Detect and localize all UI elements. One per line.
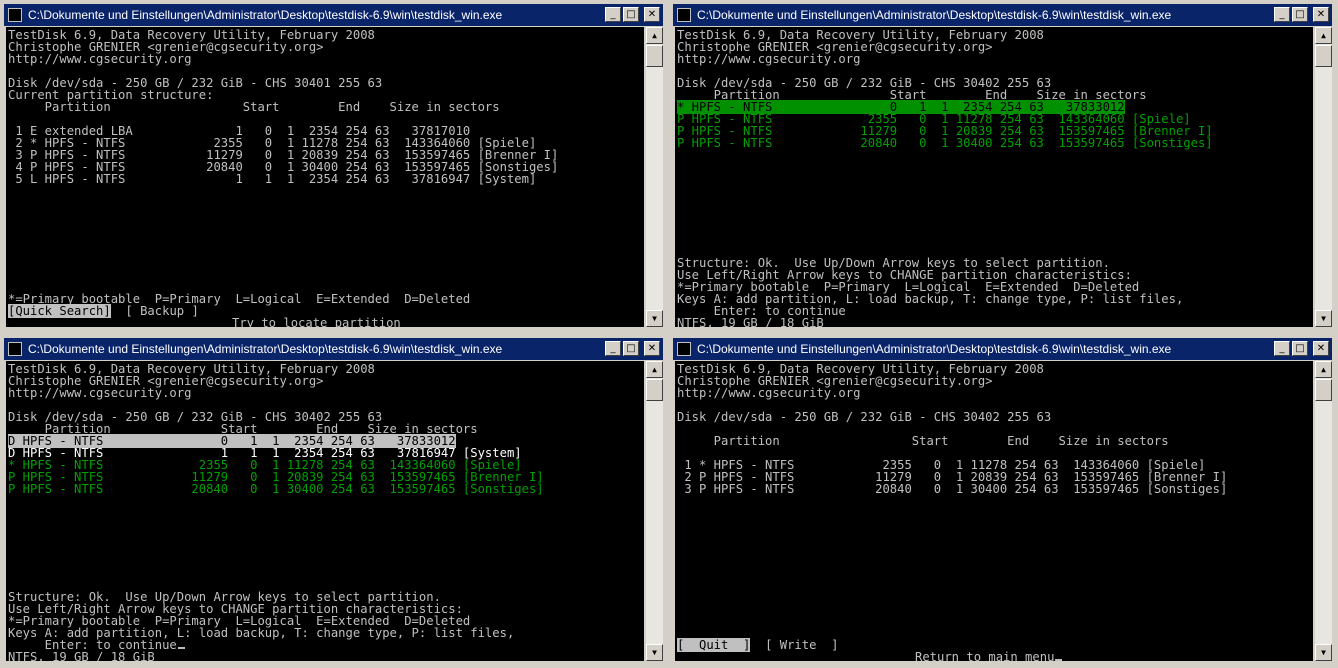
- close-button[interactable]: ✕: [644, 7, 660, 22]
- minimize-button[interactable]: _: [1274, 7, 1290, 22]
- backup-button[interactable]: [ Backup ]: [125, 304, 198, 318]
- write-button[interactable]: [ Write ]: [765, 638, 838, 652]
- scroll-up-icon[interactable]: ▲: [646, 27, 663, 44]
- close-button[interactable]: ✕: [1313, 341, 1329, 356]
- scroll-down-icon[interactable]: ▼: [646, 310, 663, 327]
- scroll-down-icon[interactable]: ▼: [1315, 644, 1332, 661]
- partition-row: 3 P HPFS - NTFS 20840 0 1 30400 254 63 1…: [677, 482, 1228, 496]
- partition-size-info: NTFS, 19 GB / 18 GiB: [8, 650, 155, 661]
- text-cursor: [177, 647, 185, 649]
- console-window-1: C:\Dokumente und Einstellungen\Administr…: [2, 2, 665, 329]
- console-output[interactable]: TestDisk 6.9, Data Recovery Utility, Feb…: [6, 27, 644, 327]
- console-output[interactable]: TestDisk 6.9, Data Recovery Utility, Feb…: [6, 361, 644, 661]
- scroll-up-icon[interactable]: ▲: [646, 361, 663, 378]
- scroll-thumb[interactable]: [1315, 45, 1332, 67]
- maximize-button[interactable]: □: [1292, 341, 1308, 356]
- maximize-button[interactable]: □: [1292, 7, 1308, 22]
- title-bar[interactable]: C:\Dokumente und Einstellungen\Administr…: [4, 338, 663, 360]
- window-title: C:\Dokumente und Einstellungen\Administr…: [697, 8, 1172, 22]
- scroll-down-icon[interactable]: ▼: [1315, 310, 1332, 327]
- column-header: Partition Start End Size in sectors: [8, 100, 500, 114]
- console-app-icon: [677, 342, 691, 356]
- scroll-thumb[interactable]: [1315, 379, 1332, 401]
- scroll-up-icon[interactable]: ▲: [1315, 361, 1332, 378]
- header-line: http://www.cgsecurity.org: [8, 52, 192, 66]
- title-bar[interactable]: C:\Dokumente und Einstellungen\Administr…: [673, 338, 1332, 360]
- column-header: Partition Start End Size in sectors: [677, 434, 1169, 448]
- console-output[interactable]: TestDisk 6.9, Data Recovery Utility, Feb…: [675, 27, 1313, 327]
- console-window-4: C:\Dokumente und Einstellungen\Administr…: [671, 336, 1334, 663]
- console-output[interactable]: TestDisk 6.9, Data Recovery Utility, Feb…: [675, 361, 1313, 661]
- hint-text: Return to main menu: [915, 651, 1063, 661]
- header-line: http://www.cgsecurity.org: [8, 386, 192, 400]
- title-bar[interactable]: C:\Dokumente und Einstellungen\Administr…: [4, 4, 663, 26]
- window-title: C:\Dokumente und Einstellungen\Administr…: [28, 8, 503, 22]
- minimize-button[interactable]: _: [605, 341, 621, 356]
- close-button[interactable]: ✕: [644, 341, 660, 356]
- vertical-scrollbar[interactable]: ▲ ▼: [1315, 27, 1332, 327]
- quit-button[interactable]: [ Quit ]: [677, 638, 751, 652]
- console-app-icon: [8, 8, 22, 22]
- header-line: http://www.cgsecurity.org: [677, 386, 861, 400]
- title-bar[interactable]: C:\Dokumente und Einstellungen\Administr…: [673, 4, 1332, 26]
- menu-line: [ Quit ] [ Write ]: [677, 638, 838, 652]
- vertical-scrollbar[interactable]: ▲ ▼: [646, 361, 663, 661]
- scroll-down-icon[interactable]: ▼: [646, 644, 663, 661]
- maximize-button[interactable]: □: [623, 7, 639, 22]
- close-button[interactable]: ✕: [1313, 7, 1329, 22]
- text-cursor: [1055, 659, 1063, 661]
- window-title: C:\Dokumente und Einstellungen\Administr…: [697, 342, 1172, 356]
- console-app-icon: [677, 8, 691, 22]
- minimize-button[interactable]: _: [605, 7, 621, 22]
- quick-search-button[interactable]: [Quick Search]: [8, 304, 111, 318]
- console-app-icon: [8, 342, 22, 356]
- header-line: http://www.cgsecurity.org: [677, 52, 861, 66]
- scroll-thumb[interactable]: [646, 379, 663, 401]
- window-title: C:\Dokumente und Einstellungen\Administr…: [28, 342, 503, 356]
- partition-size-info: NTFS, 19 GB / 18 GiB: [677, 316, 824, 327]
- partition-row[interactable]: P HPFS - NTFS 20840 0 1 30400 254 63 153…: [8, 483, 544, 495]
- disk-info: Disk /dev/sda - 250 GB / 232 GiB - CHS 3…: [677, 410, 1052, 424]
- partition-row[interactable]: P HPFS - NTFS 20840 0 1 30400 254 63 153…: [677, 137, 1213, 149]
- menu-line: [Quick Search] [ Backup ]: [8, 304, 199, 318]
- hint-text: Try to locate partition: [232, 316, 401, 327]
- console-window-2: C:\Dokumente und Einstellungen\Administr…: [671, 2, 1334, 329]
- scroll-thumb[interactable]: [646, 45, 663, 67]
- partition-row: 5 L HPFS - NTFS 1 1 1 2354 254 63 378169…: [8, 172, 537, 186]
- vertical-scrollbar[interactable]: ▲ ▼: [646, 27, 663, 327]
- console-window-3: C:\Dokumente und Einstellungen\Administr…: [2, 336, 665, 663]
- vertical-scrollbar[interactable]: ▲ ▼: [1315, 361, 1332, 661]
- maximize-button[interactable]: □: [623, 341, 639, 356]
- scroll-up-icon[interactable]: ▲: [1315, 27, 1332, 44]
- minimize-button[interactable]: _: [1274, 341, 1290, 356]
